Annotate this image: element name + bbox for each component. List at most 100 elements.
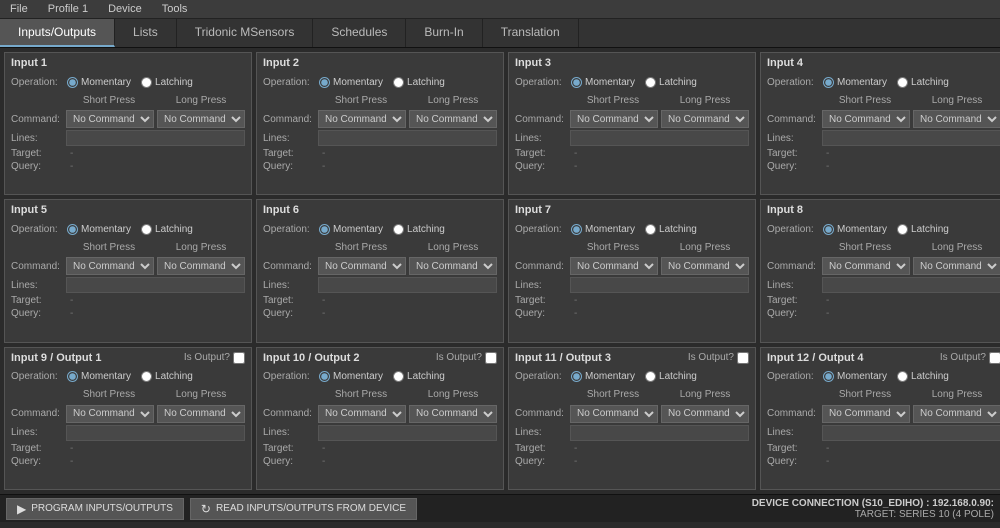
momentary-input-11[interactable] (571, 371, 582, 382)
tab-schedules[interactable]: Schedules (313, 19, 406, 47)
momentary-input-9[interactable] (67, 371, 78, 382)
command-row-1: Command:No CommandNo Command (11, 110, 245, 128)
long-press-select-6[interactable]: No Command (409, 257, 497, 275)
tab-burnin[interactable]: Burn-In (406, 19, 482, 47)
long-press-select-2[interactable]: No Command (409, 110, 497, 128)
long-press-label-7: Long Press (661, 242, 749, 253)
momentary-input-10[interactable] (319, 371, 330, 382)
menu-file[interactable]: File (8, 2, 30, 16)
tab-inputs-outputs[interactable]: Inputs/Outputs (0, 19, 115, 47)
is-output-checkbox-10[interactable] (485, 352, 497, 364)
radio-group-9: Momentary Latching (67, 371, 245, 382)
read-button[interactable]: ↻ READ INPUTS/OUTPUTS FROM DEVICE (190, 498, 417, 520)
momentary-input-7[interactable] (571, 224, 582, 235)
latching-radio-5[interactable]: Latching (141, 224, 193, 235)
target-label-10: Target: (263, 443, 315, 454)
menu-tools[interactable]: Tools (160, 2, 190, 16)
latching-input-12[interactable] (897, 371, 908, 382)
momentary-input-8[interactable] (823, 224, 834, 235)
momentary-input-4[interactable] (823, 77, 834, 88)
latching-input-9[interactable] (141, 371, 152, 382)
latching-input-7[interactable] (645, 224, 656, 235)
query-value-11: - (570, 456, 749, 467)
long-press-select-3[interactable]: No Command (661, 110, 749, 128)
long-press-select-8[interactable]: No Command (913, 257, 1000, 275)
short-press-select-12[interactable]: No Command (822, 405, 910, 423)
latching-radio-4[interactable]: Latching (897, 77, 949, 88)
momentary-input-5[interactable] (67, 224, 78, 235)
long-press-select-4[interactable]: No Command (913, 110, 1000, 128)
latching-input-8[interactable] (897, 224, 908, 235)
lines-row-8: Lines: (767, 277, 1000, 293)
latching-radio-2[interactable]: Latching (393, 77, 445, 88)
menu-bar: File Profile 1 Device Tools (0, 0, 1000, 19)
long-press-select-11[interactable]: No Command (661, 405, 749, 423)
latching-radio-6[interactable]: Latching (393, 224, 445, 235)
menu-device[interactable]: Device (106, 2, 144, 16)
long-press-select-9[interactable]: No Command (157, 405, 245, 423)
momentary-radio-2[interactable]: Momentary (319, 77, 383, 88)
momentary-input-3[interactable] (571, 77, 582, 88)
is-output-container-12: Is Output? (940, 352, 1000, 364)
short-press-select-10[interactable]: No Command (318, 405, 406, 423)
long-press-select-10[interactable]: No Command (409, 405, 497, 423)
latching-input-1[interactable] (141, 77, 152, 88)
momentary-input-6[interactable] (319, 224, 330, 235)
short-press-select-5[interactable]: No Command (66, 257, 154, 275)
tab-tridonic[interactable]: Tridonic MSensors (177, 19, 314, 47)
press-labels-row-10: Short PressLong Press (263, 387, 497, 403)
momentary-radio-6[interactable]: Momentary (319, 224, 383, 235)
lines-row-12: Lines: (767, 425, 1000, 441)
momentary-radio-9[interactable]: Momentary (67, 371, 131, 382)
long-press-select-1[interactable]: No Command (157, 110, 245, 128)
latching-input-4[interactable] (897, 77, 908, 88)
long-press-select-5[interactable]: No Command (157, 257, 245, 275)
momentary-input-2[interactable] (319, 77, 330, 88)
short-press-select-2[interactable]: No Command (318, 110, 406, 128)
momentary-radio-3[interactable]: Momentary (571, 77, 635, 88)
latching-input-2[interactable] (393, 77, 404, 88)
bottom-bar: ▶ PROGRAM INPUTS/OUTPUTS ↻ READ INPUTS/O… (0, 494, 1000, 522)
short-press-select-7[interactable]: No Command (570, 257, 658, 275)
momentary-input-1[interactable] (67, 77, 78, 88)
latching-radio-10[interactable]: Latching (393, 371, 445, 382)
latching-radio-8[interactable]: Latching (897, 224, 949, 235)
momentary-radio-4[interactable]: Momentary (823, 77, 887, 88)
latching-input-10[interactable] (393, 371, 404, 382)
short-press-select-11[interactable]: No Command (570, 405, 658, 423)
momentary-radio-7[interactable]: Momentary (571, 224, 635, 235)
latching-radio-12[interactable]: Latching (897, 371, 949, 382)
long-press-select-12[interactable]: No Command (913, 405, 1000, 423)
latching-radio-7[interactable]: Latching (645, 224, 697, 235)
tab-translation[interactable]: Translation (483, 19, 579, 47)
short-press-select-8[interactable]: No Command (822, 257, 910, 275)
is-output-checkbox-9[interactable] (233, 352, 245, 364)
latching-radio-11[interactable]: Latching (645, 371, 697, 382)
latching-radio-9[interactable]: Latching (141, 371, 193, 382)
short-press-select-3[interactable]: No Command (570, 110, 658, 128)
latching-input-6[interactable] (393, 224, 404, 235)
latching-radio-3[interactable]: Latching (645, 77, 697, 88)
short-press-label-6: Short Press (317, 242, 405, 253)
latching-input-5[interactable] (141, 224, 152, 235)
latching-radio-1[interactable]: Latching (141, 77, 193, 88)
short-press-select-4[interactable]: No Command (822, 110, 910, 128)
menu-profile[interactable]: Profile 1 (46, 2, 90, 16)
momentary-radio-10[interactable]: Momentary (319, 371, 383, 382)
short-press-select-6[interactable]: No Command (318, 257, 406, 275)
is-output-checkbox-11[interactable] (737, 352, 749, 364)
latching-input-11[interactable] (645, 371, 656, 382)
momentary-radio-12[interactable]: Momentary (823, 371, 887, 382)
short-press-select-1[interactable]: No Command (66, 110, 154, 128)
long-press-select-7[interactable]: No Command (661, 257, 749, 275)
short-press-select-9[interactable]: No Command (66, 405, 154, 423)
momentary-input-12[interactable] (823, 371, 834, 382)
momentary-radio-11[interactable]: Momentary (571, 371, 635, 382)
momentary-radio-5[interactable]: Momentary (67, 224, 131, 235)
momentary-radio-8[interactable]: Momentary (823, 224, 887, 235)
is-output-checkbox-12[interactable] (989, 352, 1000, 364)
momentary-radio-1[interactable]: Momentary (67, 77, 131, 88)
tab-lists[interactable]: Lists (115, 19, 177, 47)
program-button[interactable]: ▶ PROGRAM INPUTS/OUTPUTS (6, 498, 184, 520)
latching-input-3[interactable] (645, 77, 656, 88)
